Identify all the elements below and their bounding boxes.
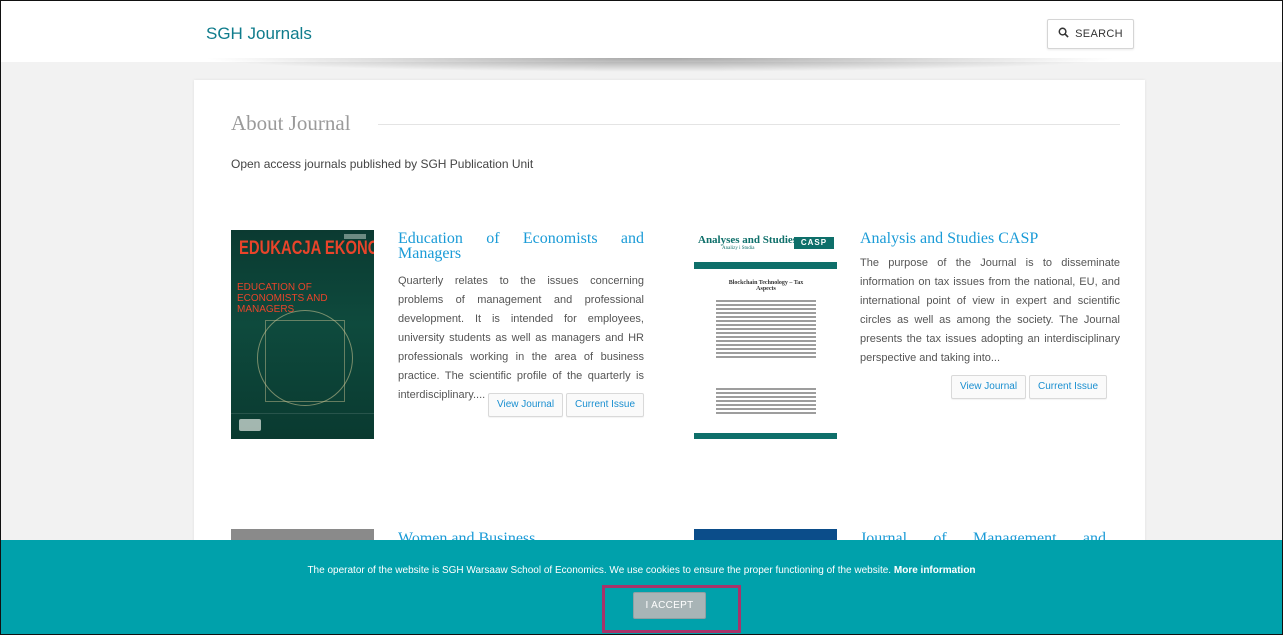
journal-cover-education[interactable]: EDUKACJA EKONOMISTÓW I MENEDŻERÓW EDUCAT… <box>231 230 374 439</box>
cookie-banner-text: The operator of the website is SGH Warsa… <box>0 565 1283 576</box>
cover-contents-lines <box>716 388 816 416</box>
page-title: About Journal <box>231 111 351 135</box>
header-shadow <box>200 58 1120 72</box>
more-information-link[interactable]: More information <box>894 565 976 576</box>
current-issue-button[interactable]: Current Issue <box>1029 375 1108 399</box>
cover-header-title: Analyses and Studies <box>698 234 798 246</box>
search-button-label: SEARCH <box>1075 28 1123 40</box>
current-issue-button[interactable]: Current Issue <box>566 393 645 417</box>
cover-text-lines <box>716 300 816 360</box>
brand-logo-link[interactable]: SGH Journals <box>206 24 312 44</box>
top-navbar: SGH Journals SEARCH <box>0 0 1283 62</box>
cover-bar <box>694 262 837 269</box>
view-journal-button[interactable]: View Journal <box>488 393 564 417</box>
about-description: Open access journals published by SGH Pu… <box>231 157 534 171</box>
cover-title: EDUKACJA EKONOMISTÓW I MENEDŻERÓW <box>239 238 374 259</box>
cookie-banner: The operator of the website is SGH Warsa… <box>0 540 1283 635</box>
search-icon <box>1058 27 1069 41</box>
cover-article-title: Blockchain Technology – Tax Aspects <box>728 280 804 292</box>
journal-title-link[interactable]: Analysis and Studies CASP <box>860 231 1120 247</box>
view-journal-button[interactable]: View Journal <box>951 375 1027 399</box>
cover-logo <box>239 419 261 431</box>
cookie-message: The operator of the website is SGH Warsa… <box>307 565 892 576</box>
search-button[interactable]: SEARCH <box>1047 19 1134 49</box>
casp-logo: CASP <box>794 237 834 249</box>
journal-description: Quarterly relates to the issues concerni… <box>398 275 644 401</box>
journal-title-link[interactable]: Education of Economists and Managers <box>398 231 644 262</box>
accept-cookies-button[interactable]: I ACCEPT <box>633 592 706 619</box>
title-divider <box>378 124 1120 125</box>
journal-description: The purpose of the Journal is to dissemi… <box>860 257 1120 364</box>
journal-cover-casp[interactable]: Analyses and Studies Analizy i Studia CA… <box>694 230 837 439</box>
vitruvian-square <box>265 320 345 402</box>
